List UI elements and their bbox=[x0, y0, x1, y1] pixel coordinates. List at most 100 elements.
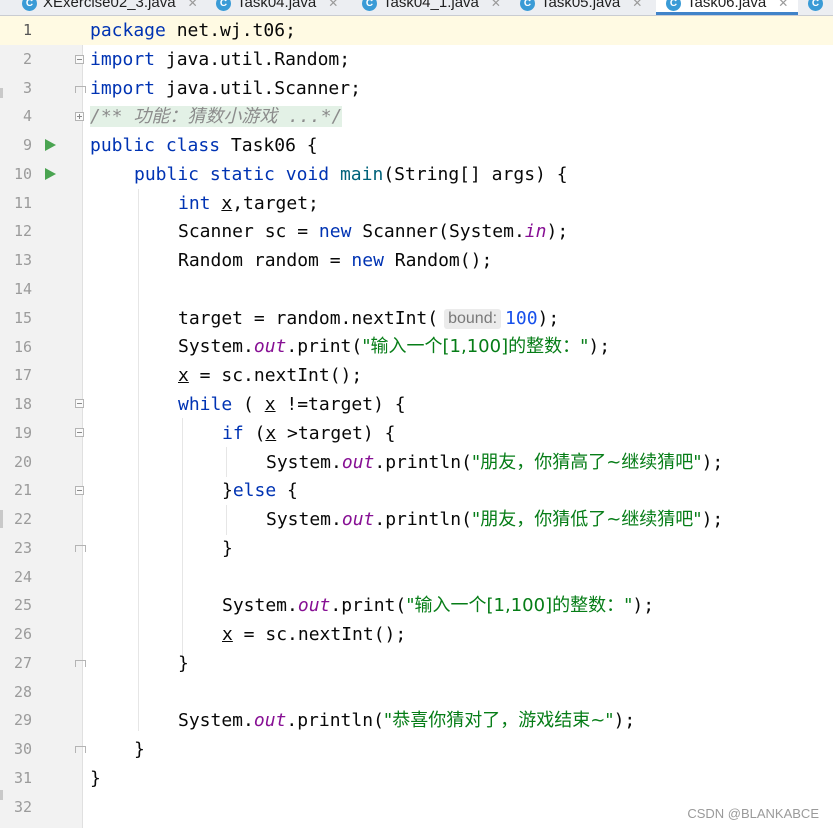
tab-task06[interactable]: C Task06.java ✕ bbox=[656, 0, 799, 15]
code-line-1[interactable]: package net.wj.t06; bbox=[90, 16, 296, 45]
java-class-icon: C bbox=[520, 0, 535, 11]
code-text: ); bbox=[613, 710, 636, 731]
code-text: Scanner sc = bbox=[178, 221, 319, 242]
code-line-30[interactable]: } bbox=[134, 735, 145, 764]
line-number[interactable]: 12 bbox=[0, 217, 32, 246]
code-editor[interactable]: package net.wj.t06; import java.util.Ran… bbox=[90, 16, 833, 828]
code-line-15[interactable]: target = random.nextInt(bound: 100); bbox=[178, 304, 559, 333]
fold-icon[interactable] bbox=[75, 55, 84, 64]
close-icon[interactable]: ✕ bbox=[491, 0, 501, 15]
code-text: java.util.Random; bbox=[155, 49, 351, 70]
code-line-31[interactable]: } bbox=[90, 764, 101, 793]
code-line-19[interactable]: if (x >target) { bbox=[222, 419, 395, 448]
line-number[interactable]: 15 bbox=[0, 304, 32, 333]
fold-icon[interactable] bbox=[75, 428, 84, 437]
line-number[interactable]: 23 bbox=[0, 534, 32, 563]
line-number[interactable]: 17 bbox=[0, 361, 32, 390]
code-line-3[interactable]: import java.util.Scanner; bbox=[90, 74, 361, 103]
line-number[interactable]: 18 bbox=[0, 390, 32, 419]
tab-task04[interactable]: C Task04.java ✕ bbox=[216, 0, 338, 15]
keyword: if bbox=[222, 423, 244, 444]
line-number[interactable]: 28 bbox=[0, 678, 32, 707]
line-number[interactable]: 16 bbox=[0, 333, 32, 362]
close-icon[interactable]: ✕ bbox=[328, 0, 338, 15]
code-line-13[interactable]: Random random = new Random(); bbox=[178, 246, 492, 275]
code-text: Task06 { bbox=[220, 135, 318, 156]
line-number[interactable]: 31 bbox=[0, 764, 32, 793]
folded-doc-comment[interactable]: /** 功能：猜数小游戏 ...*/ bbox=[90, 106, 343, 127]
code-line-11[interactable]: int x,target; bbox=[178, 189, 319, 218]
line-number[interactable]: 20 bbox=[0, 448, 32, 477]
code-text: Random(); bbox=[383, 250, 493, 271]
fold-icon[interactable] bbox=[75, 399, 84, 408]
code-text: System. bbox=[266, 509, 342, 530]
line-number[interactable]: 25 bbox=[0, 591, 32, 620]
fold-end-icon[interactable] bbox=[75, 545, 86, 555]
code-line-17[interactable]: x = sc.nextInt(); bbox=[178, 361, 362, 390]
code-text: ); bbox=[701, 509, 724, 530]
code-line-16[interactable]: System.out.print("输入一个[1,100]的整数："); bbox=[178, 332, 610, 361]
keyword: int bbox=[178, 193, 211, 214]
tab-label: Task06.java bbox=[687, 0, 767, 11]
line-number[interactable]: 27 bbox=[0, 649, 32, 678]
line-number[interactable]: 29 bbox=[0, 706, 32, 735]
line-number[interactable]: 4 bbox=[0, 102, 32, 131]
tab-overflow[interactable]: C bbox=[808, 0, 829, 15]
line-number[interactable]: 1 bbox=[0, 16, 32, 45]
line-number[interactable]: 13 bbox=[0, 246, 32, 275]
code-line-26[interactable]: x = sc.nextInt(); bbox=[222, 620, 406, 649]
line-number[interactable]: 3 bbox=[0, 74, 32, 103]
code-text: = sc.nextInt(); bbox=[188, 365, 363, 386]
code-line-4[interactable]: /** 功能：猜数小游戏 ...*/ bbox=[90, 102, 343, 131]
code-line-12[interactable]: Scanner sc = new Scanner(System.in); bbox=[178, 217, 568, 246]
fold-end-icon[interactable] bbox=[75, 746, 86, 756]
line-number[interactable]: 24 bbox=[0, 563, 32, 592]
string-literal: "输入一个[1,100]的整数：" bbox=[406, 595, 633, 616]
unfold-icon[interactable] bbox=[75, 112, 84, 121]
code-line-27[interactable]: } bbox=[178, 649, 189, 678]
line-number[interactable]: 30 bbox=[0, 735, 32, 764]
tab-task05[interactable]: C Task05.java ✕ bbox=[520, 0, 642, 15]
code-line-21[interactable]: }else { bbox=[222, 476, 298, 505]
code-line-20[interactable]: System.out.println("朋友，你猜高了~继续猜吧"); bbox=[266, 448, 723, 477]
code-line-29[interactable]: System.out.println("恭喜你猜对了，游戏结束~"); bbox=[178, 706, 635, 735]
close-icon[interactable]: ✕ bbox=[632, 0, 642, 15]
code-line-25[interactable]: System.out.print("输入一个[1,100]的整数："); bbox=[222, 591, 654, 620]
code-line-10[interactable]: public static void main(String[] args) { bbox=[134, 160, 568, 189]
fold-end-icon[interactable] bbox=[75, 660, 86, 670]
line-number[interactable]: 14 bbox=[0, 275, 32, 304]
line-number[interactable]: 2 bbox=[0, 45, 32, 74]
fold-icon[interactable] bbox=[75, 486, 84, 495]
close-icon[interactable]: ✕ bbox=[778, 0, 788, 15]
run-gutter-icon[interactable] bbox=[45, 139, 56, 151]
line-number[interactable]: 19 bbox=[0, 419, 32, 448]
tab-label: Task04_1.java bbox=[383, 0, 479, 11]
close-icon[interactable]: ✕ bbox=[188, 0, 198, 15]
code-line-2[interactable]: import java.util.Random; bbox=[90, 45, 350, 74]
code-line-23[interactable]: } bbox=[222, 534, 233, 563]
line-number[interactable]: 21 bbox=[0, 476, 32, 505]
code-text: ( bbox=[243, 423, 266, 444]
tab-task04-1[interactable]: C Task04_1.java ✕ bbox=[362, 0, 501, 15]
variable: x bbox=[222, 624, 233, 645]
java-class-icon: C bbox=[216, 0, 231, 11]
line-number[interactable]: 10 bbox=[0, 160, 32, 189]
line-number[interactable]: 9 bbox=[0, 131, 32, 160]
code-text: ); bbox=[632, 595, 655, 616]
line-number[interactable]: 32 bbox=[0, 793, 32, 822]
fold-end-icon[interactable] bbox=[75, 86, 86, 96]
static-field: out bbox=[253, 710, 287, 731]
static-field: out bbox=[253, 336, 287, 357]
keyword: package bbox=[90, 20, 166, 41]
line-number[interactable]: 22 bbox=[0, 505, 32, 534]
line-number[interactable]: 26 bbox=[0, 620, 32, 649]
parameter-hint-label: bound: bbox=[448, 310, 498, 327]
run-gutter-icon[interactable] bbox=[45, 168, 56, 180]
tab-xexercise02-3[interactable]: C XExercise02_3.java ✕ bbox=[22, 0, 198, 15]
code-line-9[interactable]: public class Task06 { bbox=[90, 131, 318, 160]
line-number[interactable]: 11 bbox=[0, 189, 32, 218]
static-field: out bbox=[297, 595, 331, 616]
code-line-22[interactable]: System.out.println("朋友，你猜低了~继续猜吧"); bbox=[266, 505, 723, 534]
code-text: System. bbox=[178, 336, 254, 357]
code-line-18[interactable]: while ( x !=target) { bbox=[178, 390, 406, 419]
